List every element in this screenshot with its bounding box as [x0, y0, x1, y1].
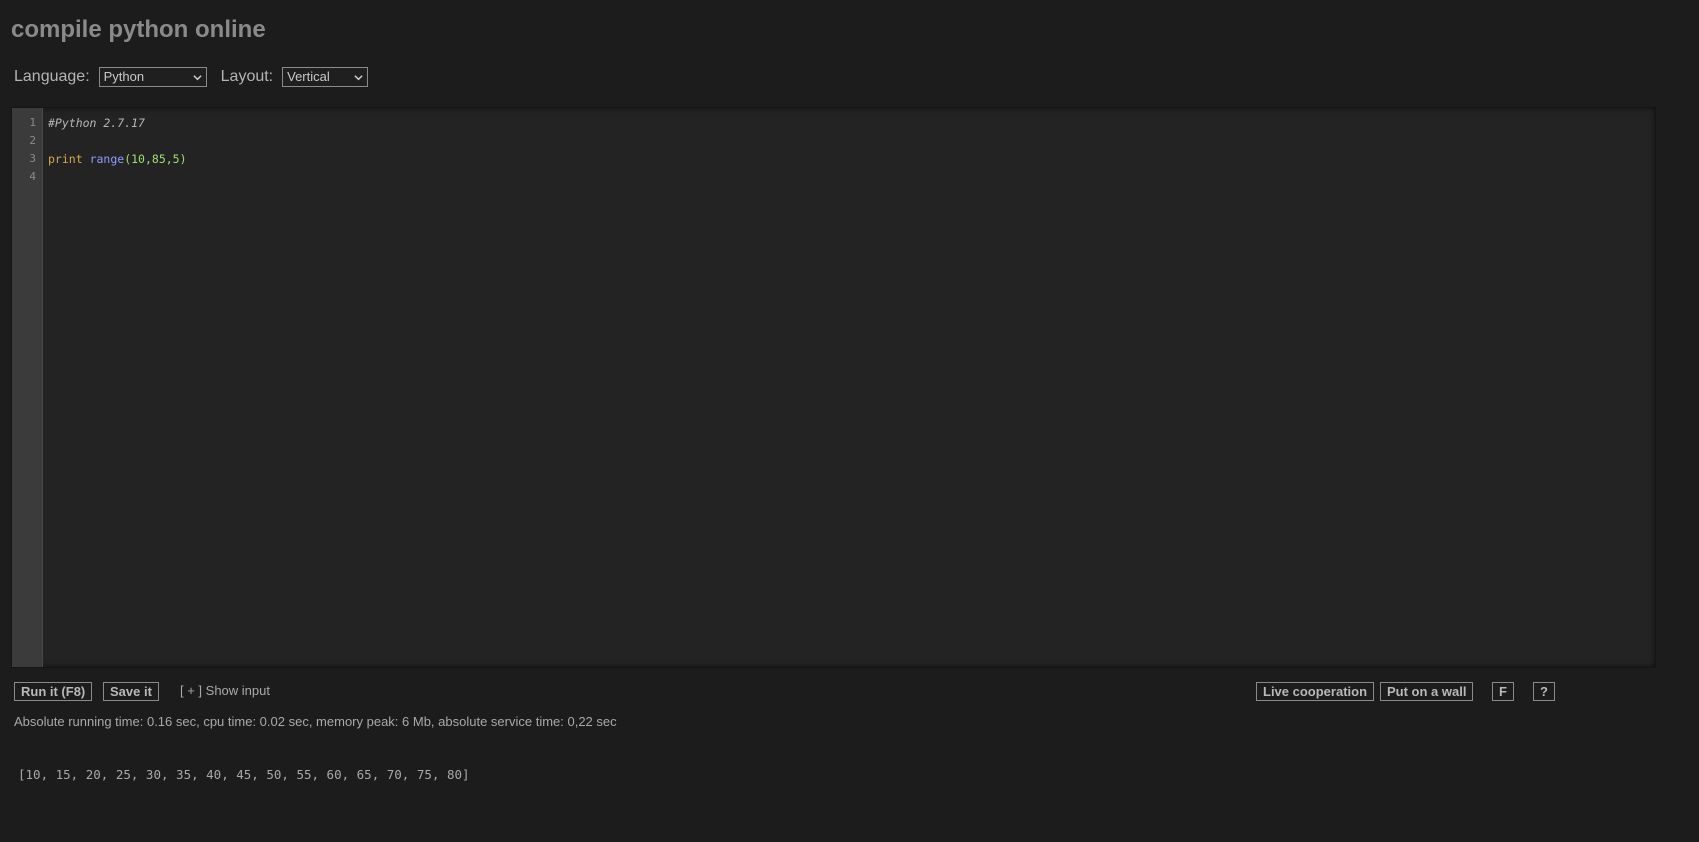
- fullscreen-button[interactable]: F: [1492, 682, 1514, 701]
- layout-select-value: Vertical: [287, 69, 330, 84]
- code-line: print range(10,85,5): [48, 150, 1649, 168]
- action-bar: Run it (F8) Save it [ + ] Show input Liv…: [14, 682, 1653, 702]
- code-comment: #Python 2.7.17: [48, 116, 145, 130]
- page-title: compile python online: [11, 16, 266, 43]
- line-number: 4: [29, 170, 36, 183]
- language-select[interactable]: Python: [98, 67, 207, 87]
- live-cooperation-button[interactable]: Live cooperation: [1256, 682, 1375, 701]
- language-select-value: Python: [103, 69, 145, 84]
- chevron-down-icon: [193, 75, 202, 81]
- line-number: 1: [29, 116, 36, 129]
- layout-label: Layout:: [220, 68, 274, 85]
- code-editor[interactable]: 1 2 3 4 #Python 2.7.17 print range(10,85…: [11, 107, 1656, 668]
- code-builtin: range: [89, 152, 125, 166]
- execution-stats: Absolute running time: 0.16 sec, cpu tim…: [14, 714, 617, 729]
- chevron-down-icon: [354, 75, 363, 81]
- code-paren: ): [179, 152, 187, 166]
- options-toolbar: Language: Python Layout: Vertical: [14, 66, 369, 88]
- code-area[interactable]: #Python 2.7.17 print range(10,85,5): [48, 114, 1649, 186]
- layout-select[interactable]: Vertical: [282, 67, 369, 87]
- run-button[interactable]: Run it (F8): [14, 682, 93, 701]
- show-input-toggle[interactable]: [ + ] Show input: [180, 683, 270, 698]
- language-label: Language:: [14, 68, 90, 85]
- help-button[interactable]: ?: [1533, 682, 1555, 701]
- code-keyword: print: [48, 152, 83, 166]
- line-number: 3: [29, 152, 36, 165]
- program-output: [10, 15, 20, 25, 30, 35, 40, 45, 50, 55,…: [18, 767, 470, 782]
- line-number: 2: [29, 134, 36, 147]
- code-line: #Python 2.7.17: [48, 114, 1649, 132]
- put-on-wall-button[interactable]: Put on a wall: [1380, 682, 1474, 701]
- code-args: 10,85,5: [131, 152, 180, 166]
- line-number-gutter: 1 2 3 4: [12, 108, 43, 667]
- save-button[interactable]: Save it: [103, 682, 159, 701]
